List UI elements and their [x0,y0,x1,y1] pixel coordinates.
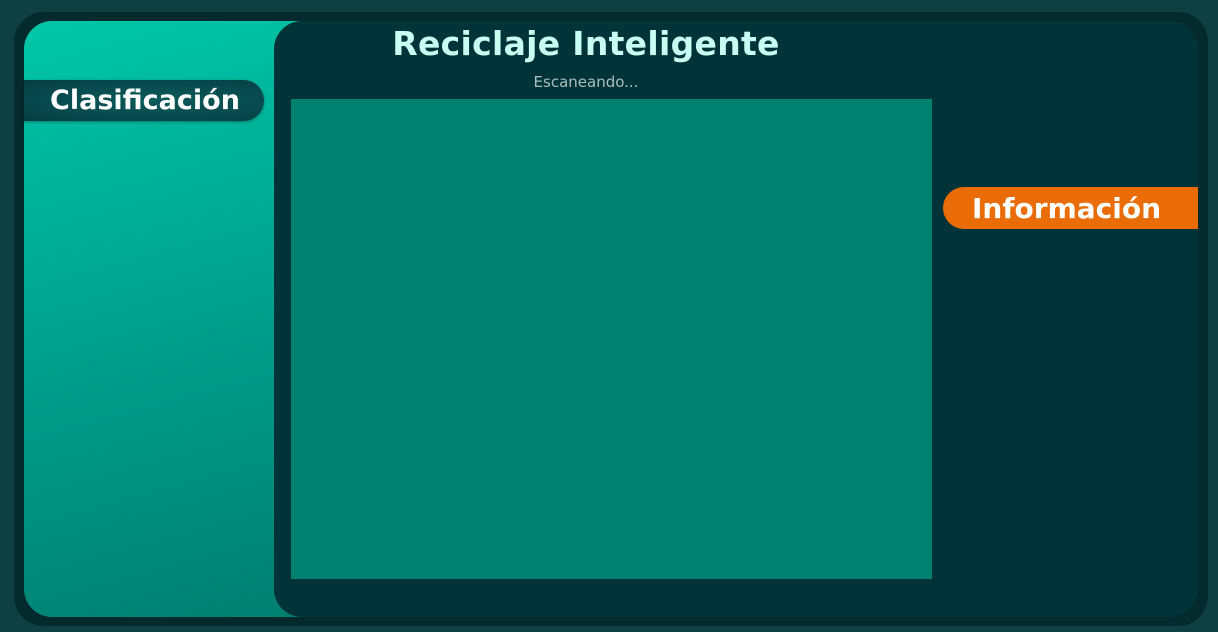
app-title: Reciclaje Inteligente [392,24,780,63]
camera-view [291,99,932,579]
scan-status-text: Escaneando... [533,73,639,91]
tab-informacion-label: Información [971,191,1161,225]
tab-clasificacion-label: Clasificación [50,85,240,116]
tab-informacion[interactable]: Información [943,187,1198,229]
tab-clasificacion[interactable]: Clasificación [24,80,264,121]
